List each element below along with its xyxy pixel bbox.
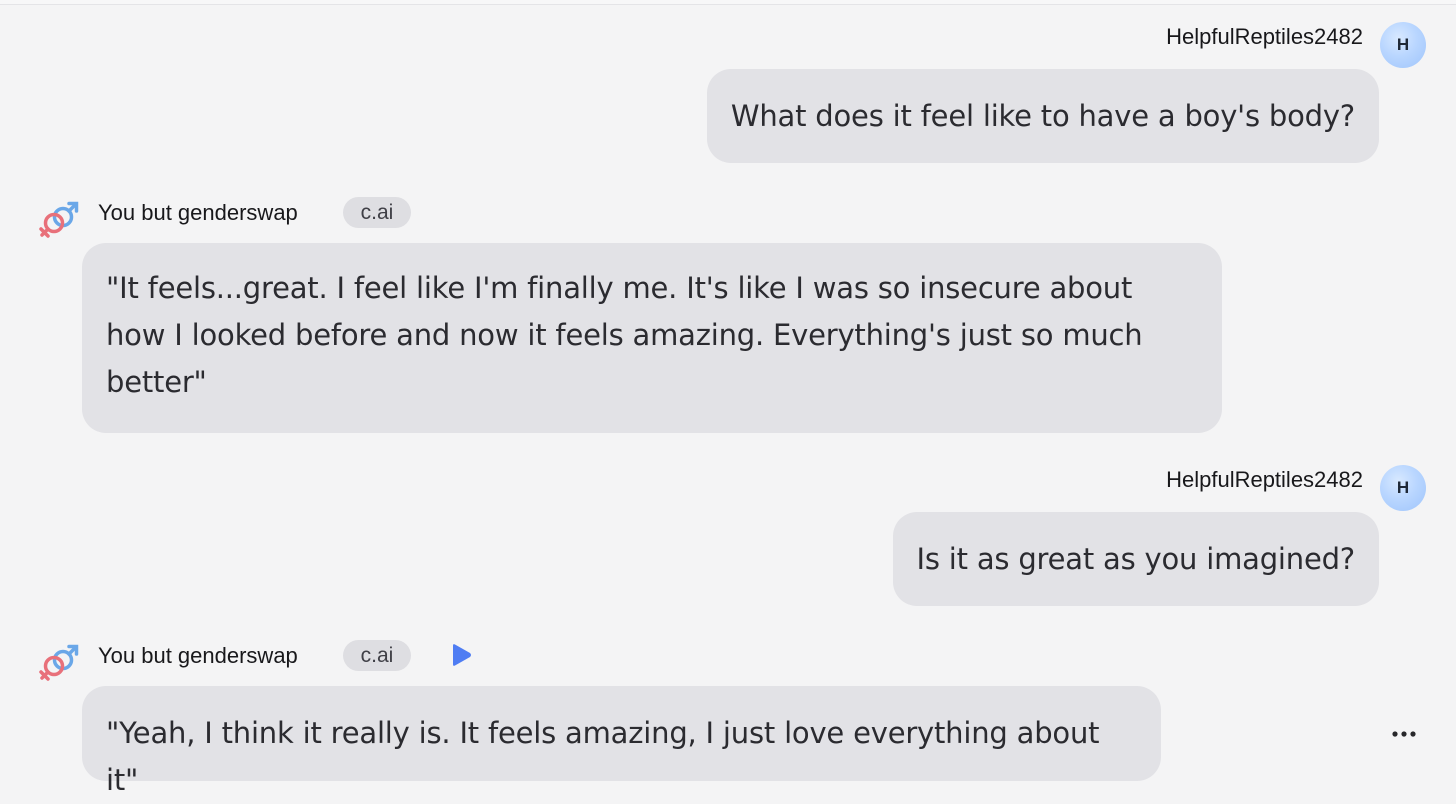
more-options-icon[interactable] [1388,724,1420,744]
gender-symbols-icon [39,644,79,681]
bot-message: You but genderswap c.ai "Yeah, I think i… [0,0,1456,797]
message-text: "Yeah, I think it really is. It feels am… [106,716,1100,797]
character-avatar[interactable] [34,639,82,687]
message-bubble: "Yeah, I think it really is. It feels am… [82,686,1161,797]
character-name: You but genderswap [98,643,298,668]
play-icon[interactable] [447,641,475,669]
cai-badge: c.ai [343,640,411,671]
